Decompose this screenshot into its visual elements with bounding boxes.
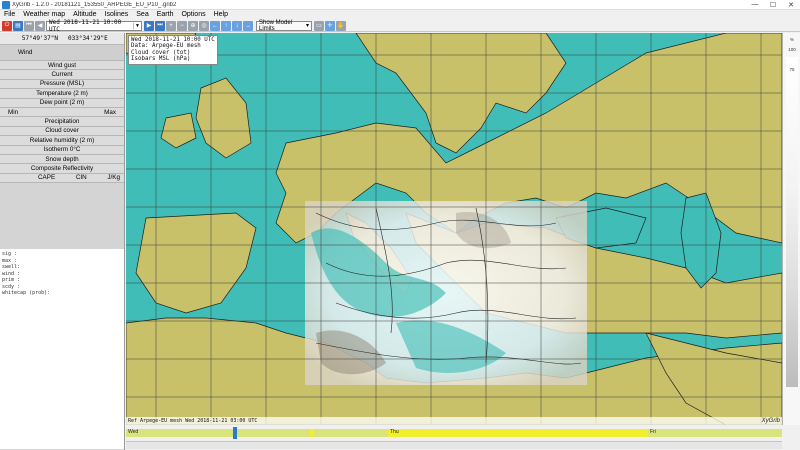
layer-cloud-cover-label: Cloud cover <box>45 127 79 135</box>
date-select[interactable]: Wed 2018-11-21 10:00 UTC ▼ <box>46 18 142 33</box>
timeline-day-wed: Wed <box>128 429 139 435</box>
longitude-value: 033°34'29"E <box>68 35 108 42</box>
power-icon[interactable]: ⏻ <box>2 20 12 31</box>
layer-humidity[interactable]: Relative humidity (2 m) <box>0 136 124 146</box>
layer-min-label: Min <box>8 108 19 116</box>
maximize-button[interactable]: ☐ <box>764 1 782 9</box>
layer-cape-label: CAPE <box>38 174 56 182</box>
timeline-marker <box>310 429 314 437</box>
info-whitecap: whitecap (prob): <box>2 290 51 296</box>
scale-100: 100 <box>788 47 796 52</box>
layer-snow-depth[interactable]: Snow depth <box>0 154 124 165</box>
scale-gradient <box>786 57 798 387</box>
arrow-right-icon[interactable]: → <box>243 20 253 31</box>
cloud-cover-overlay <box>305 201 587 385</box>
wave-info-panel: sig : max : swell: wind : prim : scdy : … <box>0 249 124 449</box>
zoom-all-icon[interactable]: ◎ <box>199 20 209 31</box>
timeline-cursor[interactable] <box>233 427 237 439</box>
layer-wind-label: Wind <box>18 49 33 56</box>
layer-current-label: Current <box>51 71 73 79</box>
timeline-day-block <box>388 429 648 437</box>
layer-wind-gust[interactable]: Wind gust <box>0 61 124 71</box>
layer-humidity-label: Relative humidity (2 m) <box>29 136 95 144</box>
layer-wind[interactable]: Wind <box>0 45 124 61</box>
layer-current[interactable]: Current <box>0 70 124 80</box>
previous-step-icon[interactable]: ◀ <box>35 20 45 31</box>
scale-75: 75 <box>789 67 795 72</box>
window-title: XyGrib - 1.2.0 - 20181121_153550_ARPEGE_… <box>12 1 177 8</box>
layer-snow-depth-label: Snow depth <box>45 155 79 163</box>
menu-options[interactable]: Options <box>177 10 209 20</box>
timeline[interactable]: Wed Thu Fri <box>126 425 782 450</box>
layer-max-label: Max <box>104 108 116 116</box>
layer-reflectivity-label: Composite Reflectivity <box>30 164 94 172</box>
layer-cape-cin[interactable]: CAPE CIN J/Kg <box>0 173 124 184</box>
layer-cin-label: CIN <box>75 174 87 182</box>
minimize-button[interactable]: — <box>746 1 764 8</box>
layer-wind-gust-label: Wind gust <box>48 61 76 69</box>
crosshair-icon[interactable]: ✛ <box>325 20 335 31</box>
latitude-value: 57°49'37"N <box>21 35 58 42</box>
open-file-icon[interactable]: ▤ <box>13 20 23 31</box>
timeline-day-fri: Fri <box>650 429 656 435</box>
layer-pressure[interactable]: Pressure (MSL) <box>0 79 124 90</box>
xygrib-brand: XyGrib <box>761 418 780 424</box>
menu-help[interactable]: Help <box>210 10 232 20</box>
layer-reflectivity[interactable]: Composite Reflectivity <box>0 164 124 174</box>
chevron-down-icon: ▾ <box>305 23 309 29</box>
date-select-value: Wed 2018-11-21 10:00 UTC <box>49 18 122 33</box>
left-panel: 57°49'37"N 033°34'29"E Wind Wind gust Cu… <box>0 33 125 450</box>
zoom-out-icon[interactable]: − <box>177 20 187 31</box>
weather-map[interactable]: Wed 2018-11-21 10:00 UTC Data: Arpege-EU… <box>126 33 782 425</box>
title-bar: XyGrib - 1.2.0 - 20181121_153550_ARPEGE_… <box>0 0 800 10</box>
map-footer: Ref Arpege-EU mesh Wed 2018-11-21 03:00 … <box>126 417 782 425</box>
toolbar: ⏻ ▤ ⏮ ◀ Wed 2018-11-21 10:00 UTC ▼ ▶ ⏭ +… <box>0 18 800 33</box>
last-step-icon[interactable]: ⏭ <box>155 20 165 31</box>
menu-earth[interactable]: Earth <box>153 10 178 20</box>
close-button[interactable]: ✕ <box>782 1 800 9</box>
layer-precipitation-label: Precipitation <box>44 118 80 126</box>
timeline-day-thu: Thu <box>390 429 399 435</box>
zoom-in-icon[interactable]: + <box>166 20 176 31</box>
zoom-selection-icon[interactable]: ⊕ <box>188 20 198 31</box>
menu-file[interactable]: File <box>0 10 19 20</box>
hand-icon[interactable]: ✋ <box>336 20 346 31</box>
layer-precipitation[interactable]: Precipitation <box>0 117 124 127</box>
layer-isotherm-label: Isotherm 0°C <box>43 146 81 154</box>
arrow-up-icon[interactable]: ↑ <box>221 20 231 31</box>
map-label-isobars: Isobars MSL (hPa) <box>131 56 191 63</box>
menu-sea[interactable]: Sea <box>132 10 152 20</box>
arrow-left-icon[interactable]: ← <box>210 20 220 31</box>
map-info-label: Wed 2018-11-21 10:00 UTC Data: Arpege-EU… <box>128 35 218 65</box>
show-model-limits-button[interactable]: Show Model Limits ▾ <box>256 19 312 32</box>
arrow-down-icon[interactable]: ↓ <box>232 20 242 31</box>
map-canvas[interactable] <box>126 33 782 425</box>
app-icon <box>2 0 10 9</box>
show-model-limits-label: Show Model Limits <box>259 19 293 32</box>
layer-temperature-label: Temperature (2 m) <box>36 89 88 97</box>
cursor-coordinates: 57°49'37"N 033°34'29"E <box>0 33 124 45</box>
select-area-icon[interactable]: ▭ <box>314 20 324 31</box>
layer-cloud-cover[interactable]: Cloud cover <box>0 126 124 137</box>
layer-jkg-label: J/Kg <box>107 174 120 182</box>
layer-dewpoint-label: Dew point (2 m) <box>39 99 85 107</box>
color-scale: % 100 75 <box>782 33 800 425</box>
layer-pressure-label: Pressure (MSL) <box>39 80 85 88</box>
scale-top: % <box>789 37 794 42</box>
layer-isotherm[interactable]: Isotherm 0°C <box>0 145 124 155</box>
layer-min-max[interactable]: Min Max <box>0 107 124 118</box>
next-step-icon[interactable]: ▶ <box>144 20 154 31</box>
layer-dewpoint[interactable]: Dew point (2 m) <box>0 98 124 108</box>
chevron-down-icon: ▼ <box>133 22 141 29</box>
horizontal-scrollbar[interactable] <box>126 441 782 449</box>
first-step-icon[interactable]: ⏮ <box>24 20 34 31</box>
layer-temperature[interactable]: Temperature (2 m) <box>0 89 124 99</box>
